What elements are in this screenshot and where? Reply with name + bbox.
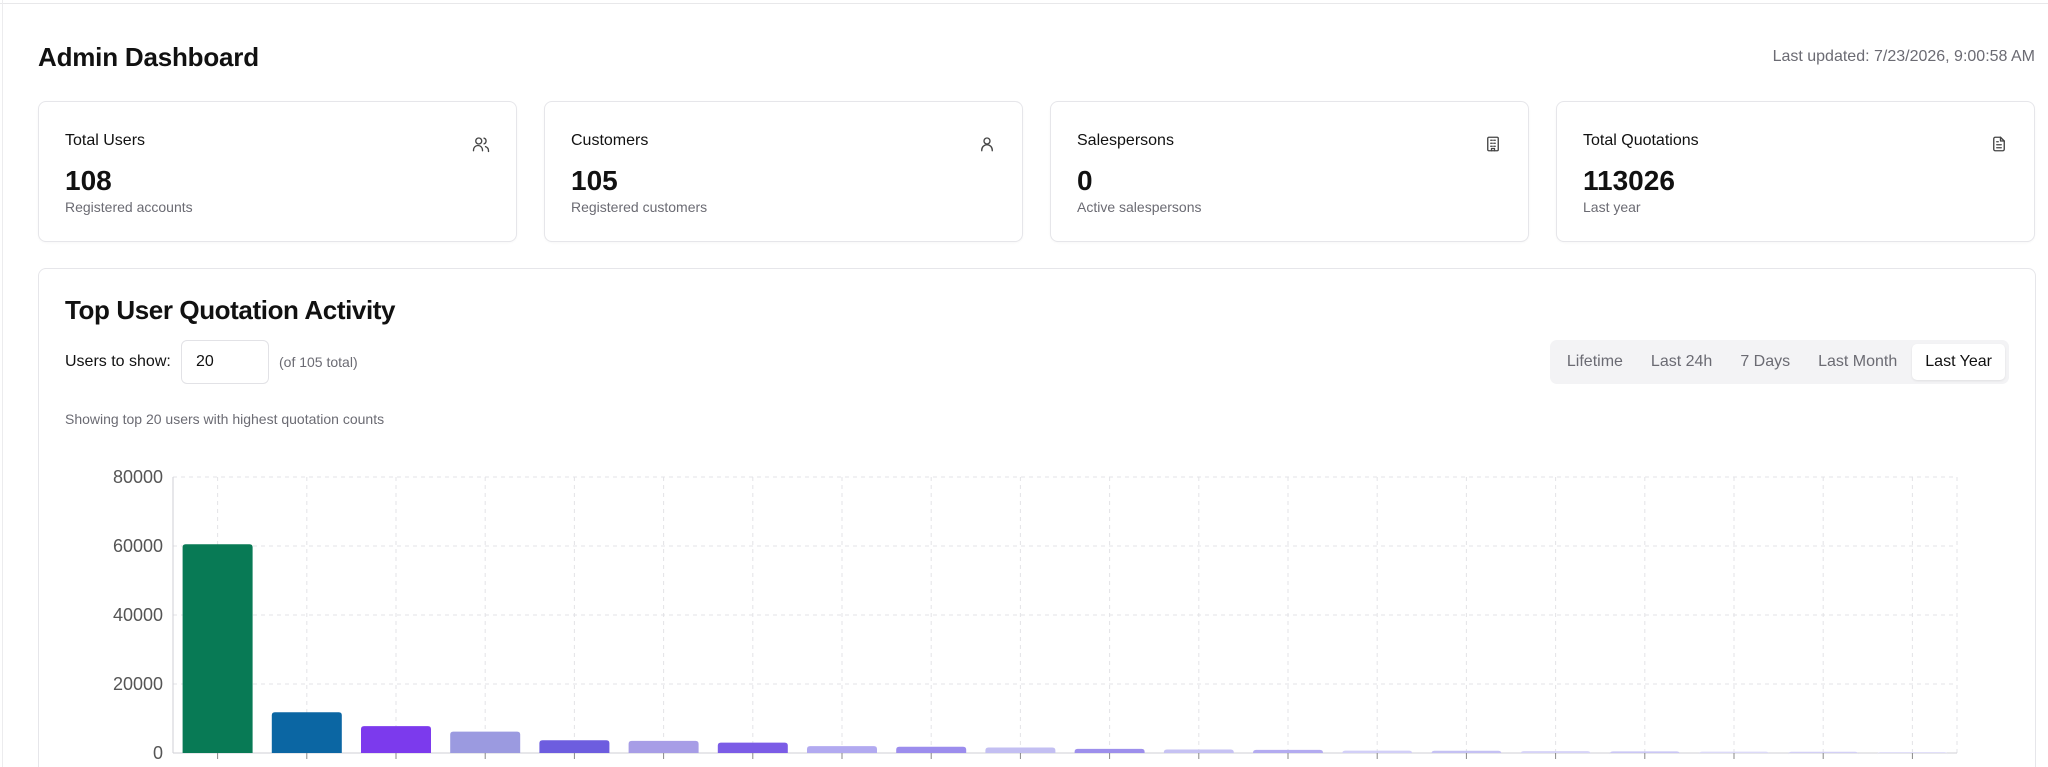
stat-subtext: Registered accounts <box>65 199 193 215</box>
stat-subtext: Last year <box>1583 199 1641 215</box>
users-icon <box>472 137 490 153</box>
stat-value: 108 <box>65 165 112 196</box>
dashboard-page: Admin Dashboard Last updated: 7/23/2026,… <box>0 0 2048 767</box>
stat-value: 113026 <box>1583 165 1675 196</box>
stat-subtext: Registered customers <box>571 199 708 215</box>
quotation-bar-chart: 0 20000 40000 60000 80000 <box>113 467 1958 763</box>
stat-label: Customers <box>571 132 649 149</box>
stat-label: Total Users <box>65 132 146 149</box>
chart-bar <box>539 740 610 753</box>
stat-card-salespersons: Salespersons 0 Active salespersons <box>1050 101 1529 242</box>
stat-card-total-quotations: Total Quotations 113026 Last year <box>1556 101 2035 242</box>
chart-bar <box>1163 749 1234 753</box>
last-updated-text: Last updated: 7/23/2026, 9:00:58 AM <box>1772 48 2035 65</box>
stat-subtext: Active salespersons <box>1077 199 1202 215</box>
y-tick-label: 60000 <box>113 536 163 556</box>
chart-bar <box>1253 749 1323 753</box>
chart-bar <box>182 544 253 753</box>
y-tick-label: 40000 <box>113 605 163 625</box>
user-icon <box>981 137 993 152</box>
top-divider <box>0 3 2048 4</box>
stat-card-customers: Customers 105 Registered customers <box>544 101 1023 242</box>
stat-label: Total Quotations <box>1583 132 1699 149</box>
quotation-activity-panel: Top User Quotation Activity Users to sho… <box>38 268 2036 767</box>
stat-card-total-users: Total Users 108 Registered accounts <box>38 101 517 242</box>
y-tick-label: 80000 <box>113 467 163 487</box>
y-tick-label: 20000 <box>113 674 163 694</box>
stat-value: 0 <box>1077 165 1093 196</box>
chart-bar <box>985 747 1056 753</box>
y-tick-label: 0 <box>153 743 163 763</box>
chart-grid <box>173 476 1958 754</box>
chart-bar <box>628 740 699 753</box>
chart-bar <box>807 746 877 753</box>
building-icon <box>1487 136 1499 152</box>
chart-bars <box>182 544 1948 755</box>
chart-bar <box>271 712 342 753</box>
chart-bar <box>361 726 431 753</box>
stat-label: Salespersons <box>1077 132 1174 149</box>
chart-bar <box>1074 748 1145 753</box>
stat-value: 105 <box>571 165 618 196</box>
chart-bar <box>717 742 788 753</box>
chart-bar <box>450 731 521 753</box>
chart-bar <box>896 746 967 753</box>
file-text-icon <box>1993 136 2005 152</box>
page-title: Admin Dashboard <box>38 42 259 72</box>
left-divider <box>2 0 3 767</box>
